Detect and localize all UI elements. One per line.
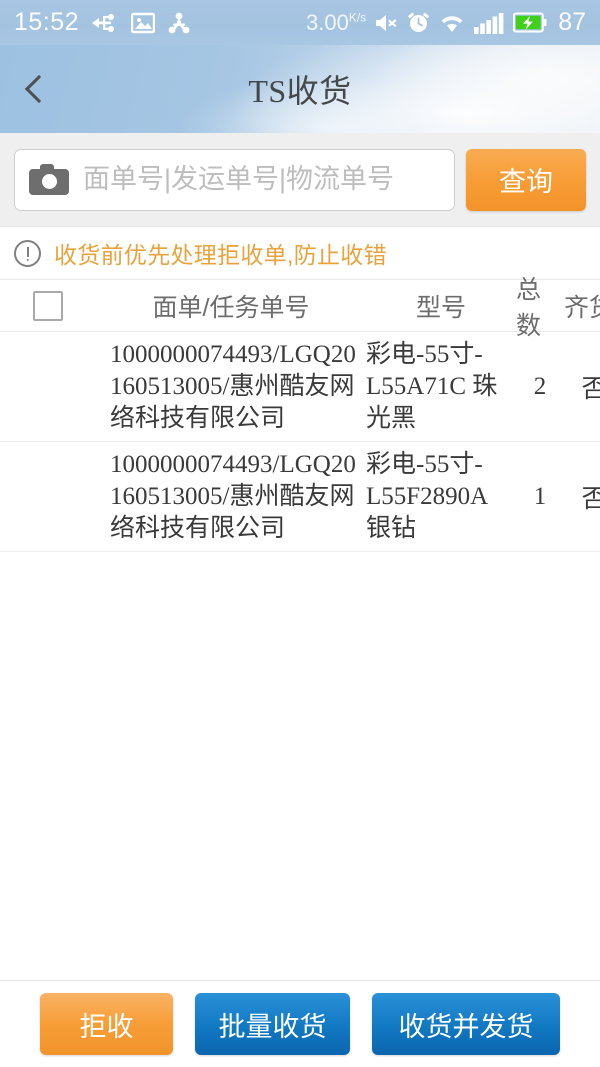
page-title: TS收货 [248, 73, 352, 109]
camera-icon[interactable] [29, 164, 69, 195]
receive-and-ship-button[interactable]: 收货并发货 [372, 993, 560, 1055]
warning-circle-icon [14, 239, 41, 267]
search-bar: 查询 [0, 133, 600, 227]
share-icon [168, 12, 190, 34]
status-bar-right: 3.00K/s 87 [306, 8, 586, 37]
status-bar-left: 15:52 [14, 8, 190, 37]
status-bar: 15:52 3.00K/s 87 [0, 0, 600, 45]
signal-icon [474, 12, 504, 34]
cell-qty: 2 [533, 372, 547, 400]
header-order: 面单/任务单号 [152, 293, 310, 322]
query-button[interactable]: 查询 [466, 148, 586, 211]
usb-icon [92, 12, 118, 34]
search-input[interactable] [83, 164, 440, 195]
battery-percent: 87 [558, 8, 586, 36]
status-clock: 15:52 [14, 8, 80, 36]
search-field[interactable] [14, 148, 455, 211]
header-flag: 齐货 [564, 293, 600, 322]
back-button[interactable] [0, 45, 72, 133]
select-all-checkbox[interactable] [33, 290, 63, 321]
orders-table: 面单/任务单号 型号 总数 齐货 1000000074493/LGQ201605… [0, 276, 600, 972]
header-qty: 总数 [516, 275, 542, 340]
reject-button[interactable]: 拒收 [40, 993, 173, 1055]
alarm-icon [407, 11, 430, 34]
image-icon [130, 12, 156, 34]
action-bar: 拒收 批量收货 收货并发货 [0, 980, 600, 1067]
select-all-cell[interactable] [0, 290, 96, 321]
mute-icon [375, 12, 398, 34]
cell-flag: 否 [581, 485, 600, 513]
row-select-cell[interactable] [0, 482, 96, 512]
notice-text: 收货前优先处理拒收单,防止收错 [54, 242, 387, 268]
cell-model: 彩电-55寸-L55F2890A 银钻 [366, 450, 487, 542]
cell-flag: 否 [581, 375, 600, 403]
battery-charging-icon [512, 12, 547, 33]
table-row[interactable]: 1000000074493/LGQ20160513005/惠州酷友网络科技有限公… [0, 442, 600, 552]
network-speed: 3.00K/s [306, 9, 367, 35]
wifi-icon [439, 12, 465, 33]
back-chevron-icon [24, 74, 54, 104]
cell-order: 1000000074493/LGQ20160513005/惠州酷友网络科技有限公… [110, 450, 356, 542]
row-select-cell[interactable] [0, 372, 96, 402]
cell-model: 彩电-55寸-L55A71C 珠光黑 [366, 340, 498, 432]
table-row[interactable]: 1000000074493/LGQ20160513005/惠州酷友网络科技有限公… [0, 332, 600, 442]
cell-qty: 1 [533, 482, 547, 510]
table-empty-space [0, 552, 600, 972]
batch-receive-button[interactable]: 批量收货 [195, 993, 350, 1055]
notice-banner: 收货前优先处理拒收单,防止收错 [0, 227, 600, 279]
cell-order: 1000000074493/LGQ20160513005/惠州酷友网络科技有限公… [110, 340, 356, 432]
app-screen: 15:52 3.00K/s 87 TS收货 面单号|发运单号|物流单号 查询 收… [0, 0, 600, 1067]
header-model: 型号 [415, 293, 466, 322]
table-header-row: 面单/任务单号 型号 总数 齐货 [0, 276, 600, 340]
speed-unit: K/s [348, 10, 367, 25]
title-bar: TS收货 [0, 45, 600, 133]
